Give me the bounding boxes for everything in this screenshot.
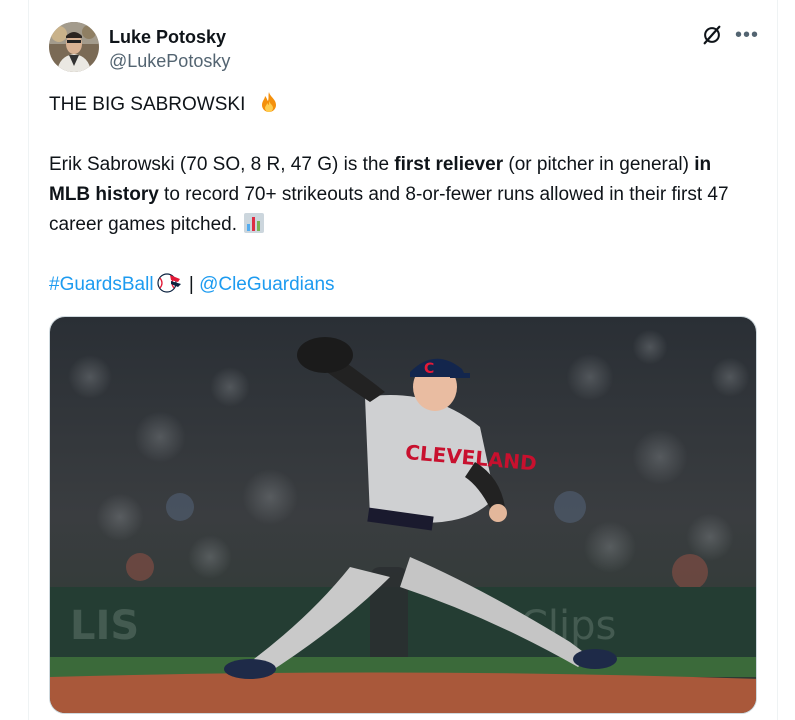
tweet-header: Luke Potosky @LukePotosky xyxy=(49,22,230,73)
fire-emoji-icon xyxy=(257,90,281,114)
guardians-ball-icon[interactable] xyxy=(156,272,182,294)
mention-link[interactable]: @CleGuardians xyxy=(199,274,334,295)
tweet-card: Luke Potosky @LukePotosky ••• THE BIG SA… xyxy=(28,0,778,720)
author-display-name[interactable]: Luke Potosky xyxy=(109,25,230,49)
grok-icon[interactable] xyxy=(701,24,723,46)
avatar[interactable] xyxy=(49,22,99,72)
tweet-headline: THE BIG SABROWSKI xyxy=(49,94,246,115)
bar-chart-emoji-icon xyxy=(243,212,265,234)
more-icon[interactable]: ••• xyxy=(735,25,759,45)
hashtag-link[interactable]: #GuardsBall xyxy=(49,274,154,295)
tweet-body: Erik Sabrowski (70 SO, 8 R, 47 G) is the… xyxy=(49,150,749,240)
tweet-text: THE BIG SABROWSKI Erik Sabrowski (70 SO,… xyxy=(49,90,749,300)
author-handle[interactable]: @LukePotosky xyxy=(109,49,230,73)
svg-text:C: C xyxy=(424,361,434,377)
tweet-actions-top: ••• xyxy=(701,24,759,46)
tweet-tags: #GuardsBall | @CleGuardians xyxy=(49,270,749,300)
svg-text:LIS: LIS xyxy=(70,603,139,649)
author-names: Luke Potosky @LukePotosky xyxy=(109,25,230,73)
tweet-photo[interactable]: LIS Clips CLEVELAND C xyxy=(49,316,757,714)
tweet-body-bold1: first reliever xyxy=(394,154,504,175)
tag-separator: | xyxy=(183,274,200,295)
tweet-body-part1: Erik Sabrowski (70 SO, 8 R, 47 G) is the xyxy=(49,154,395,175)
tweet-headline-line: THE BIG SABROWSKI xyxy=(49,90,749,120)
tweet-body-part2: (or pitcher in general) xyxy=(503,154,695,175)
